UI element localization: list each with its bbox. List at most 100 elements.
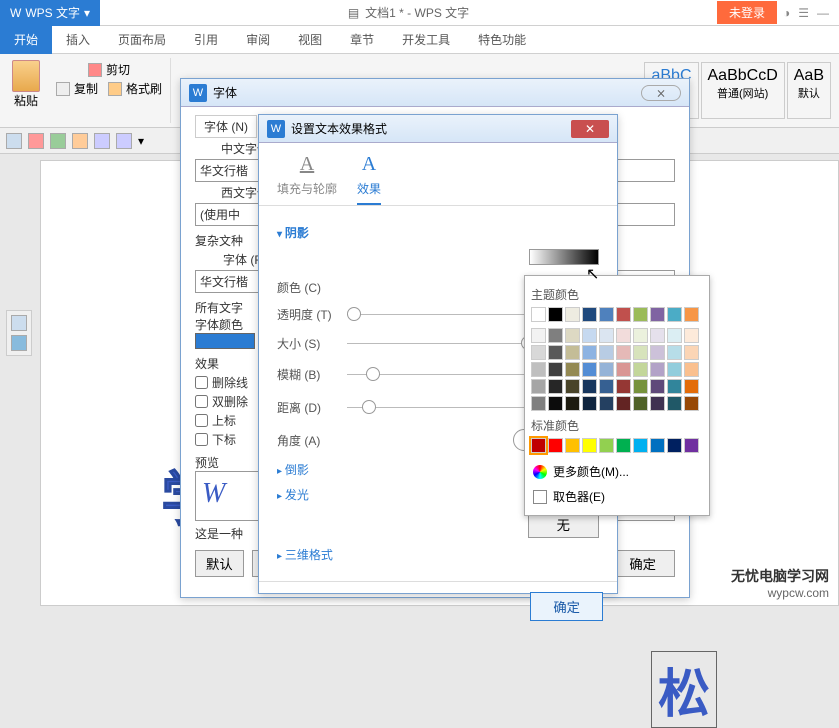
color-cell[interactable] — [565, 328, 580, 343]
color-cell[interactable] — [684, 396, 699, 411]
qa-icon[interactable] — [72, 133, 88, 149]
cube-icon[interactable]: ◑ — [783, 6, 790, 20]
color-cell[interactable] — [582, 345, 597, 360]
eyedropper-item[interactable]: 取色器(E) — [531, 484, 703, 509]
qa-save-icon[interactable] — [28, 133, 44, 149]
color-cell[interactable] — [633, 345, 648, 360]
color-cell[interactable] — [548, 379, 563, 394]
color-cell[interactable] — [650, 345, 665, 360]
color-cell[interactable] — [565, 438, 580, 453]
close-button[interactable]: ✕ — [571, 120, 609, 138]
color-cell[interactable] — [565, 362, 580, 377]
color-cell[interactable] — [599, 307, 614, 322]
color-cell[interactable] — [599, 379, 614, 394]
color-cell[interactable] — [633, 307, 648, 322]
color-cell[interactable] — [548, 328, 563, 343]
minimize-icon[interactable]: — — [817, 6, 829, 20]
color-cell[interactable] — [548, 307, 563, 322]
qa-icon[interactable] — [50, 133, 66, 149]
color-cell[interactable] — [582, 379, 597, 394]
shadow-preset[interactable] — [529, 249, 599, 265]
color-cell[interactable] — [667, 362, 682, 377]
color-cell[interactable] — [650, 362, 665, 377]
tab-review[interactable]: 审阅 — [232, 25, 284, 54]
style-item[interactable]: AaBbCcD普通(网站) — [701, 62, 785, 119]
color-cell[interactable] — [667, 379, 682, 394]
color-cell[interactable] — [599, 345, 614, 360]
color-cell[interactable] — [633, 362, 648, 377]
login-button[interactable]: 未登录 — [717, 1, 777, 24]
qa-redo-icon[interactable] — [116, 133, 132, 149]
color-cell[interactable] — [684, 307, 699, 322]
color-cell[interactable] — [599, 328, 614, 343]
color-cell[interactable] — [650, 307, 665, 322]
color-cell[interactable] — [684, 438, 699, 453]
color-cell[interactable] — [684, 345, 699, 360]
color-cell[interactable] — [616, 438, 631, 453]
color-cell[interactable] — [582, 396, 597, 411]
color-cell[interactable] — [531, 345, 546, 360]
color-cell[interactable] — [582, 307, 597, 322]
color-cell[interactable] — [633, 379, 648, 394]
color-cell[interactable] — [616, 328, 631, 343]
color-cell[interactable] — [667, 396, 682, 411]
color-cell[interactable] — [531, 362, 546, 377]
color-cell[interactable] — [616, 307, 631, 322]
qa-undo-icon[interactable] — [94, 133, 110, 149]
font-tab-label[interactable]: 字体 (N) — [195, 115, 257, 138]
color-cell[interactable] — [599, 362, 614, 377]
blur-slider[interactable] — [347, 374, 535, 375]
color-cell[interactable] — [548, 345, 563, 360]
color-cell[interactable] — [616, 379, 631, 394]
color-cell[interactable] — [684, 362, 699, 377]
color-cell[interactable] — [616, 362, 631, 377]
paste-button[interactable]: 粘贴 — [4, 58, 48, 123]
wordart-text[interactable]: 松 — [651, 651, 717, 728]
color-cell[interactable] — [582, 362, 597, 377]
color-cell[interactable] — [531, 307, 546, 322]
color-cell[interactable] — [531, 438, 546, 453]
transparency-slider[interactable] — [347, 314, 535, 315]
color-cell[interactable] — [667, 328, 682, 343]
color-cell[interactable] — [599, 438, 614, 453]
color-cell[interactable] — [565, 379, 580, 394]
qa-icon[interactable] — [6, 133, 22, 149]
color-cell[interactable] — [667, 345, 682, 360]
color-cell[interactable] — [633, 438, 648, 453]
style-item[interactable]: AaB默认 — [787, 62, 831, 119]
font-dialog-title[interactable]: W 字体 ⨯ — [181, 79, 689, 107]
tab-special[interactable]: 特色功能 — [464, 25, 540, 54]
color-cell[interactable] — [616, 396, 631, 411]
tab-reference[interactable]: 引用 — [180, 25, 232, 54]
color-cell[interactable] — [616, 345, 631, 360]
color-cell[interactable] — [650, 328, 665, 343]
color-cell[interactable] — [582, 438, 597, 453]
section-shadow[interactable]: 阴影 — [277, 224, 599, 241]
tab-effect[interactable]: A效果 — [357, 153, 381, 205]
dialog-minimize-button[interactable]: ⨯ — [641, 85, 681, 101]
section-3d[interactable]: 三维格式 — [277, 546, 599, 563]
color-cell[interactable] — [684, 328, 699, 343]
color-cell[interactable] — [633, 328, 648, 343]
color-cell[interactable] — [650, 438, 665, 453]
font-ok-button[interactable]: 确定 — [610, 550, 675, 577]
color-cell[interactable] — [548, 396, 563, 411]
color-cell[interactable] — [531, 396, 546, 411]
color-cell[interactable] — [582, 328, 597, 343]
color-cell[interactable] — [650, 379, 665, 394]
color-cell[interactable] — [531, 328, 546, 343]
color-cell[interactable] — [633, 396, 648, 411]
page-icon[interactable] — [11, 315, 27, 331]
more-colors-item[interactable]: 更多颜色(M)... — [531, 459, 703, 484]
tab-section[interactable]: 章节 — [336, 25, 388, 54]
color-cell[interactable] — [565, 345, 580, 360]
font-color-swatch[interactable] — [195, 333, 255, 349]
tab-dev[interactable]: 开发工具 — [388, 25, 464, 54]
color-cell[interactable] — [565, 396, 580, 411]
effect-dialog-title[interactable]: W 设置文本效果格式 ✕ — [259, 115, 617, 143]
effect-ok-button[interactable]: 确定 — [530, 592, 603, 621]
copy-button[interactable]: 复制 — [54, 79, 100, 98]
color-cell[interactable] — [667, 307, 682, 322]
tab-insert[interactable]: 插入 — [52, 25, 104, 54]
tab-layout[interactable]: 页面布局 — [104, 25, 180, 54]
